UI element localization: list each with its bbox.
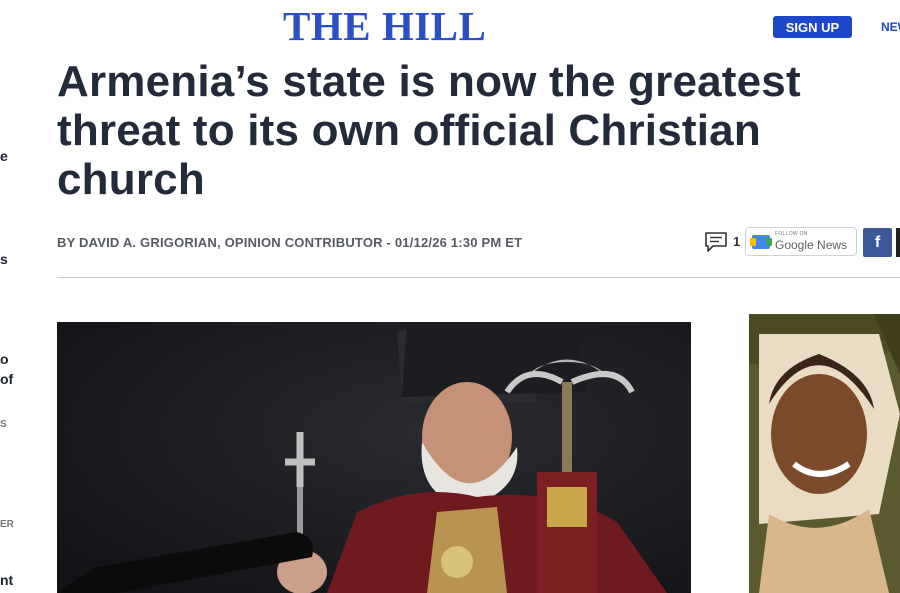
- google-news-button[interactable]: FOLLOW ON Google News: [745, 227, 857, 256]
- sign-up-button[interactable]: SIGN UP: [773, 16, 852, 38]
- rail-item[interactable]: s: [0, 251, 8, 267]
- rail-label: ER: [0, 519, 14, 530]
- facebook-share-button[interactable]: f: [863, 228, 892, 257]
- google-news-label: Google News: [775, 238, 848, 252]
- rail-label: S: [0, 419, 7, 430]
- rail-item[interactable]: of: [0, 371, 13, 387]
- rail-item[interactable]: o: [0, 351, 9, 367]
- hero-image[interactable]: [57, 322, 691, 593]
- advertisement[interactable]: [749, 314, 900, 593]
- comment-icon[interactable]: [704, 231, 728, 253]
- article-byline: BY DAVID A. GRIGORIAN, OPINION CONTRIBUT…: [57, 235, 523, 250]
- hero-photo-illustration: [57, 322, 691, 593]
- nav-newsletters-link[interactable]: NEW: [881, 20, 900, 34]
- google-news-small-label: FOLLOW ON: [775, 231, 808, 237]
- rail-item[interactable]: nt: [0, 572, 13, 588]
- left-rail: e s o of S ER nt: [0, 0, 22, 593]
- ad-illustration: [749, 314, 900, 593]
- byline-divider: [57, 277, 900, 278]
- google-news-icon: [750, 234, 772, 249]
- rail-item[interactable]: e: [0, 148, 8, 164]
- share-button-partial[interactable]: [896, 228, 900, 257]
- article-headline: Armenia’s state is now the greatest thre…: [57, 57, 801, 204]
- facebook-icon: f: [874, 233, 881, 251]
- site-logo[interactable]: THE HILL: [283, 6, 486, 47]
- comment-count[interactable]: 1: [733, 234, 740, 249]
